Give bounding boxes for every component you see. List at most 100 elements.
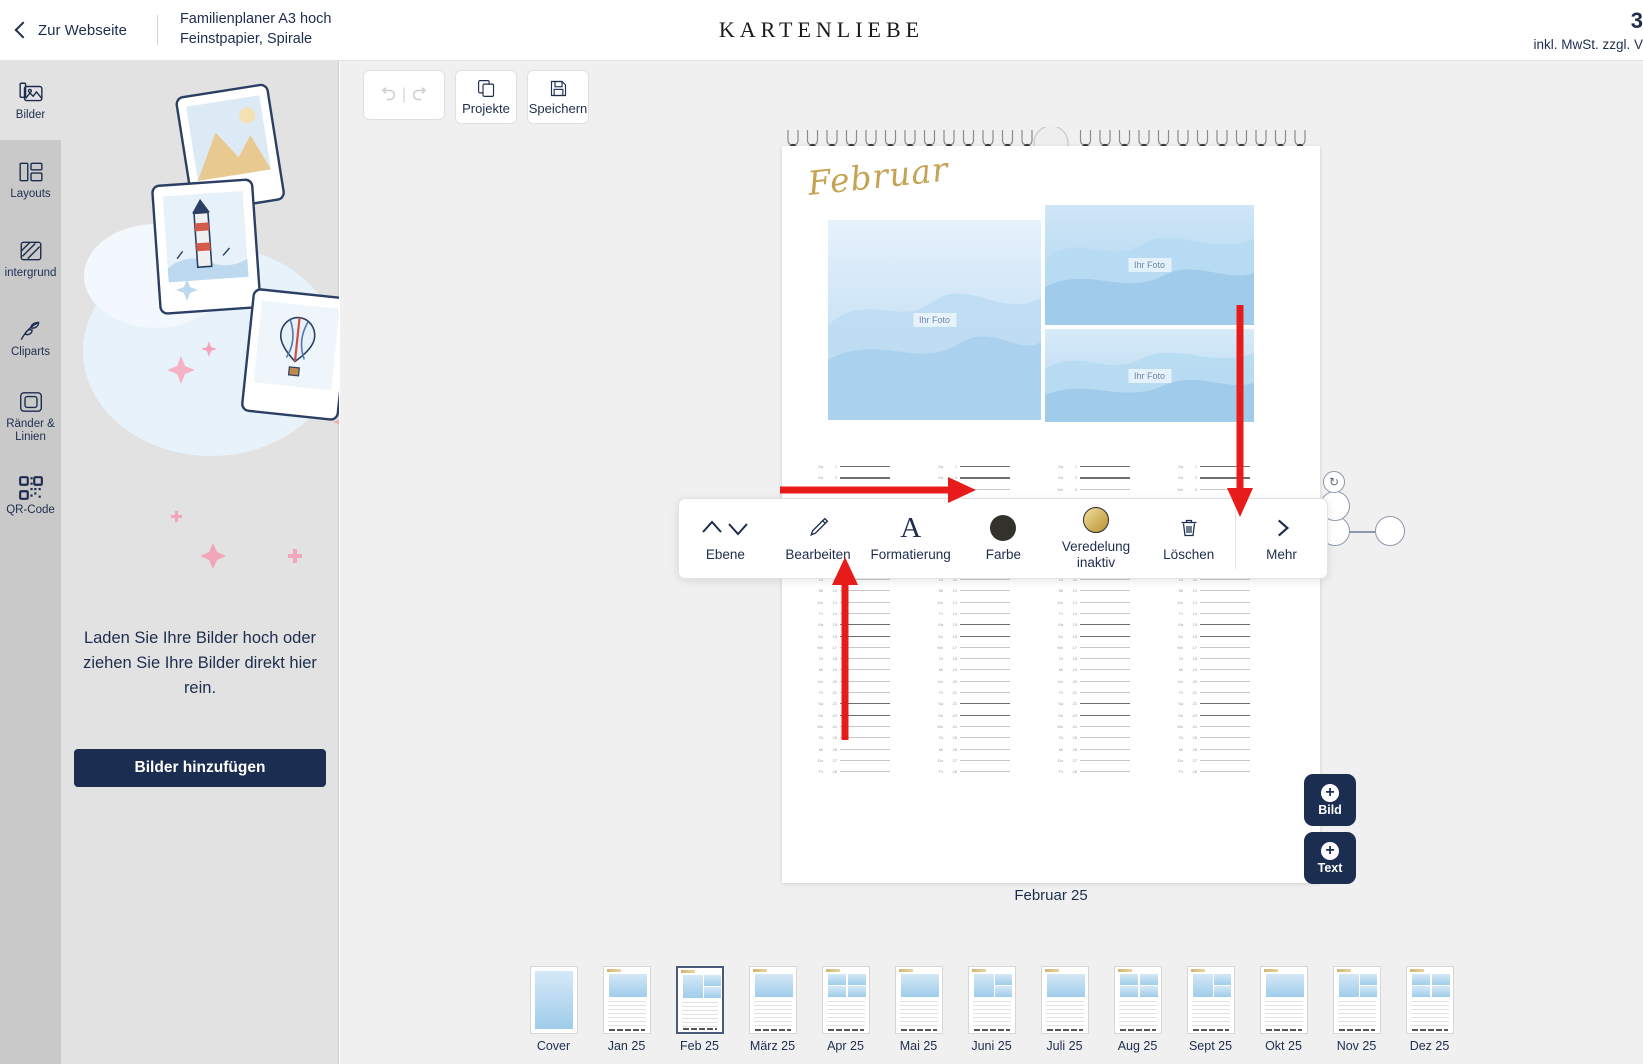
sidebar-item-qr-code[interactable]: QR-Code [0, 456, 61, 535]
day-abbrev: So [1178, 475, 1183, 481]
color-swatch-dark-icon [990, 514, 1017, 541]
thumbnail-juni-25[interactable]: Juni 25 [967, 966, 1016, 1053]
day-number: 22 [1192, 701, 1197, 707]
add-images-button[interactable]: Bilder hinzufügen [74, 749, 326, 787]
rotate-handle-icon[interactable]: ↻ [1323, 471, 1345, 493]
calendar-day-row: Di 25 [932, 732, 1010, 743]
day-line [1080, 579, 1130, 581]
day-line [1080, 725, 1130, 727]
thumbnail-m-rz-25[interactable]: März 25 [748, 966, 797, 1053]
calendar-day-row: Do 27 [932, 755, 1010, 766]
thumb-footer [1265, 1029, 1302, 1031]
undo-redo-group[interactable]: | [363, 70, 445, 120]
ctx-veredelung-button[interactable]: Veredelung inaktiv [1050, 506, 1143, 570]
save-button[interactable]: Speichern [527, 70, 589, 124]
day-number: 16 [1192, 633, 1197, 639]
day-number: 17 [952, 644, 957, 650]
thumbnail-preview[interactable] [1113, 966, 1162, 1034]
price-box: 3 inkl. MwSt. zzgl. V [1533, 6, 1643, 54]
thumbnail-preview[interactable] [748, 966, 797, 1034]
day-line [1200, 669, 1250, 671]
thumbnail-cover[interactable]: Cover [529, 966, 578, 1053]
day-number: 25 [952, 735, 957, 741]
thumbnail-okt-25[interactable]: Okt 25 [1259, 966, 1308, 1053]
photo-placeholder-label: Ihr Foto [912, 313, 957, 327]
thumbnail-preview[interactable] [1405, 966, 1454, 1034]
day-abbrev: Fr [1059, 769, 1063, 775]
thumbnail-jan-25[interactable]: Jan 25 [602, 966, 651, 1053]
thumbnail-preview[interactable] [1332, 966, 1381, 1034]
thumbnail-preview[interactable] [529, 966, 578, 1034]
day-line [1080, 658, 1130, 660]
day-line [960, 601, 1010, 603]
day-line [1080, 714, 1130, 716]
annotation-arrow-down [1227, 305, 1253, 517]
calendar-day-row: Mi 12 [1052, 585, 1130, 596]
thumbnail-mai-25[interactable]: Mai 25 [894, 966, 943, 1053]
thumbnail-feb-25[interactable]: Feb 25 [675, 966, 724, 1053]
day-line [1080, 488, 1130, 490]
thumbnail-aug-25[interactable]: Aug 25 [1113, 966, 1162, 1053]
calendar-day-row: Sa 15 [1052, 619, 1130, 630]
photo-placeholder-top-right[interactable]: Ihr Foto [1045, 205, 1254, 325]
calendar-day-row: Do 13 [1052, 597, 1130, 608]
sidebar-item-hintergrund[interactable]: intergrund [0, 219, 61, 298]
month-title[interactable]: Februar [806, 149, 951, 203]
ctx-ebene-button[interactable]: Ebene [679, 515, 772, 563]
ctx-farbe-button[interactable]: Farbe [957, 514, 1050, 563]
thumbnail-sept-25[interactable]: Sept 25 [1186, 966, 1235, 1053]
day-abbrev: Fr [939, 769, 943, 775]
sidebar-item-bilder[interactable]: Bilder [0, 61, 61, 140]
thumbnail-preview[interactable] [1186, 966, 1235, 1034]
add-text-fab[interactable]: + Text [1304, 832, 1356, 884]
day-abbrev: Mo [1057, 723, 1063, 729]
day-number: 25 [1192, 735, 1197, 741]
thumbnail-preview[interactable] [1040, 966, 1089, 1034]
day-abbrev: Mo [817, 723, 823, 729]
day-line [960, 590, 1010, 592]
sidebar-item-layouts[interactable]: Layouts [0, 140, 61, 219]
sidebar-item-raender-linien[interactable]: Ränder & Linien [0, 377, 61, 456]
thumb-footer [1046, 1029, 1083, 1031]
day-abbrev: Di [939, 656, 943, 662]
thumbnail-preview[interactable] [894, 966, 943, 1034]
calendar-day-row: Di 25 [1052, 732, 1130, 743]
resize-handle-right[interactable] [1375, 516, 1405, 546]
day-number: 1 [1194, 464, 1197, 470]
day-number: 23 [952, 712, 957, 718]
thumbnail-preview[interactable] [821, 966, 870, 1034]
calendar-day-row: Mi 26 [932, 743, 1010, 754]
photo-placeholder-left[interactable]: Ihr Foto [828, 220, 1041, 420]
thumbnail-juli-25[interactable]: Juli 25 [1040, 966, 1089, 1053]
day-line [960, 759, 1010, 761]
calendar-day-row: Mi 12 [932, 585, 1010, 596]
thumbnail-apr-25[interactable]: Apr 25 [821, 966, 870, 1053]
undo-icon[interactable] [375, 84, 397, 106]
redo-icon[interactable] [411, 84, 433, 106]
thumbnail-dez-25[interactable]: Dez 25 [1405, 966, 1454, 1053]
projects-button[interactable]: Projekte [455, 70, 517, 124]
page-thumbnail-strip[interactable]: Cover Jan 25 Feb 25 März 25 Apr 25 Mai 25 Juni… [340, 964, 1643, 1064]
ctx-formatierung-button[interactable]: A Formatierung [864, 513, 957, 563]
day-line [960, 748, 1010, 750]
add-image-fab[interactable]: + Bild [1304, 774, 1356, 826]
ctx-loeschen-button[interactable]: Löschen [1142, 515, 1235, 563]
thumbnail-preview[interactable] [967, 966, 1016, 1034]
day-abbrev: Di [1059, 656, 1063, 662]
thumbnail-preview[interactable] [675, 966, 724, 1034]
day-number: 12 [1192, 588, 1197, 594]
thumbnail-preview[interactable] [602, 966, 651, 1034]
day-line [960, 737, 1010, 739]
calendar-day-row: Sa 1 [812, 461, 890, 472]
day-abbrev: Mo [1177, 723, 1183, 729]
upload-illustration [61, 61, 339, 601]
day-number: 26 [952, 746, 957, 752]
day-abbrev: Fr [1179, 690, 1183, 696]
photo-placeholder-bottom-right[interactable]: Ihr Foto [1045, 329, 1254, 422]
day-abbrev: Do [1177, 678, 1183, 684]
thumbnail-nov-25[interactable]: Nov 25 [1332, 966, 1381, 1053]
sidebar-item-cliparts[interactable]: Cliparts [0, 298, 61, 377]
sidebar-item-label: QR-Code [6, 503, 55, 516]
day-number: 18 [1072, 656, 1077, 662]
thumbnail-preview[interactable] [1259, 966, 1308, 1034]
